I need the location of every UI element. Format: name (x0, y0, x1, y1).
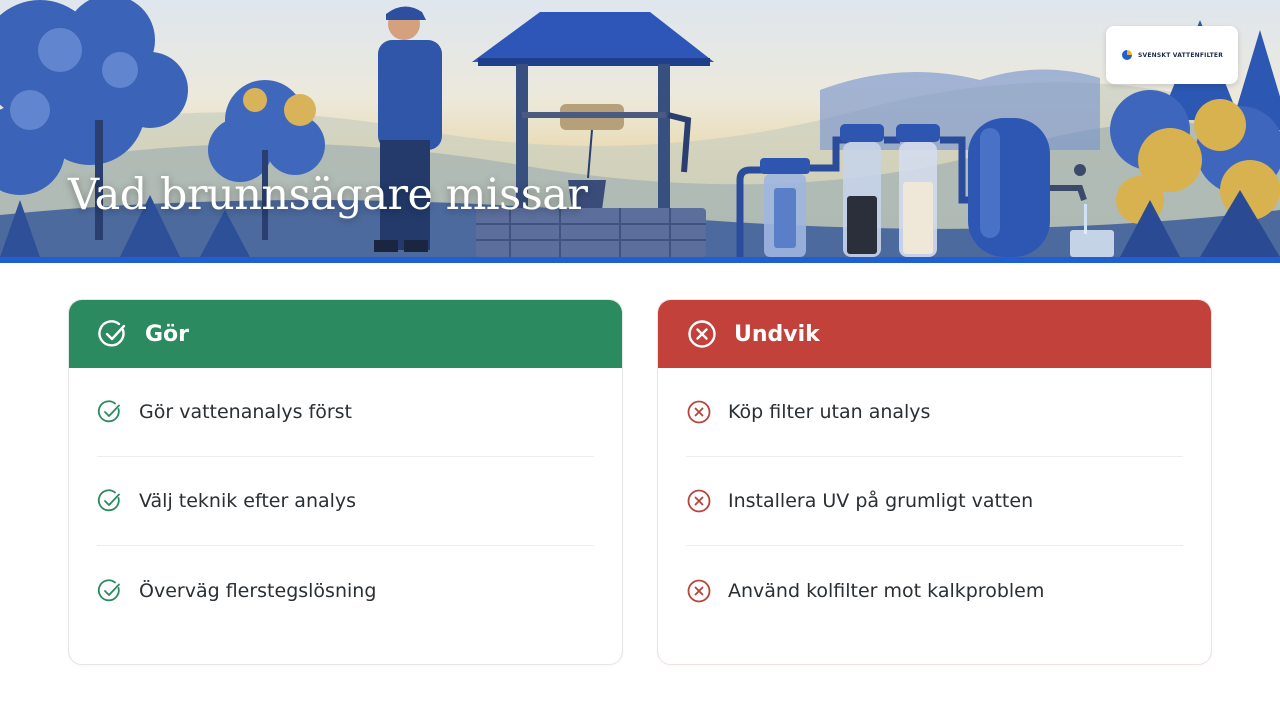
list-item-text: Installera UV på grumligt vatten (728, 490, 1034, 512)
avoid-card: Undvik Köp filter utan analys Installera… (657, 299, 1212, 665)
x-circle-icon (687, 489, 711, 513)
list-item: Köp filter utan analys (686, 368, 1183, 457)
do-card-title: Gör (145, 321, 190, 347)
do-card: Gör Gör vattenanalys först Välj teknik e… (68, 299, 623, 665)
list-item-text: Gör vattenanalys först (139, 401, 352, 423)
list-item: Använd kolfilter mot kalkproblem (686, 546, 1183, 635)
list-item: Gör vattenanalys först (97, 368, 594, 457)
logo-text: SVENSKT VATTENFILTER (1137, 51, 1224, 59)
avoid-list: Köp filter utan analys Installera UV på … (658, 368, 1211, 635)
list-item-text: Välj teknik efter analys (139, 490, 357, 512)
check-circle-icon (97, 578, 120, 601)
list-item: Överväg flerstegslösning (97, 546, 594, 635)
avoid-card-title: Undvik (734, 321, 820, 347)
check-circle-icon (98, 320, 126, 347)
hero-banner: Vad brunnsägare missar SVENSKT VATTENFIL… (0, 0, 1280, 257)
avoid-card-header: Undvik (658, 300, 1211, 368)
x-circle-icon (687, 579, 711, 602)
x-circle-icon (688, 320, 716, 348)
list-item: Installera UV på grumligt vatten (686, 457, 1183, 546)
page-title: Vad brunnsägare missar (68, 170, 588, 220)
hero-accent-bar (0, 257, 1280, 263)
list-item-text: Köp filter utan analys (728, 401, 931, 423)
list-item-text: Använd kolfilter mot kalkproblem (728, 579, 1045, 602)
check-circle-icon (97, 400, 120, 423)
check-circle-icon (97, 489, 120, 512)
list-item-text: Överväg flerstegslösning (139, 579, 377, 602)
list-item: Välj teknik efter analys (97, 457, 594, 546)
do-list: Gör vattenanalys först Välj teknik efter… (69, 368, 622, 635)
brand-logo[interactable]: SVENSKT VATTENFILTER (1106, 26, 1238, 84)
do-card-header: Gör (69, 300, 622, 368)
x-circle-icon (687, 400, 711, 424)
logo-mark-icon (1121, 50, 1132, 60)
